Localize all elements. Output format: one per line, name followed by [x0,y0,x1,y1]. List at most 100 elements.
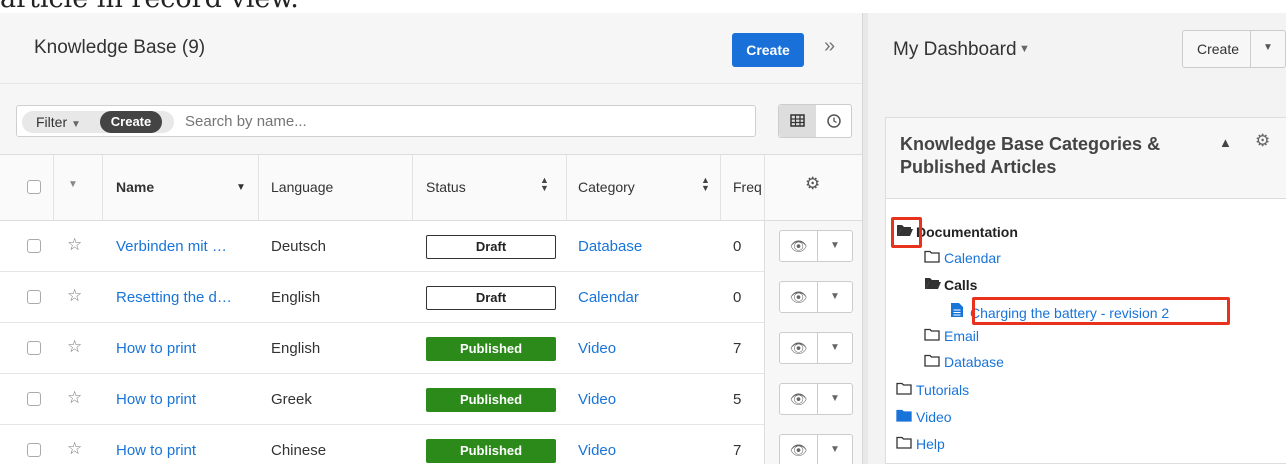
article-name-link[interactable]: How to print [116,442,196,459]
favorite-star-icon[interactable]: ☆ [67,337,82,357]
mass-action-caret-icon[interactable]: ▼ [68,179,78,190]
button-separator [1250,31,1251,67]
create-button[interactable]: Create [732,33,804,67]
row-action-group: 👁 ▼ [779,230,853,262]
frequency-cell: 0 [733,289,742,306]
column-divider [102,155,103,221]
row-checkbox[interactable] [27,392,41,406]
search-input[interactable] [185,113,685,130]
kb-categories-dashlet: Knowledge Base Categories & Published Ar… [885,117,1286,464]
list-view-button[interactable] [779,105,816,137]
status-badge: Published [426,388,556,412]
collapse-chevron-icon[interactable]: ▲ [1219,135,1232,150]
row-checkbox[interactable] [27,341,41,355]
grid-icon [790,114,805,127]
frequency-cell: 0 [733,238,742,255]
tree-node-calls[interactable]: Calls [924,276,977,293]
article-name-link[interactable]: Verbinden mit … [116,238,227,255]
table-row: ☆ How to print Chinese Published Video 7… [0,425,862,464]
row-action-group: 👁 ▼ [779,332,853,364]
dashboard-create-caret-icon[interactable]: ▼ [1263,42,1273,53]
row-checkbox[interactable] [27,290,41,304]
favorite-star-icon[interactable]: ☆ [67,439,82,459]
preview-eye-icon[interactable]: 👁 [780,384,817,414]
highlight-box [972,297,1230,325]
category-link[interactable]: Video [578,442,616,459]
favorite-star-icon[interactable]: ☆ [67,286,82,306]
folder-icon [896,382,916,398]
folder-icon [924,250,944,266]
table-row: ☆ Resetting the d… English Draft Calenda… [0,272,862,323]
preview-eye-icon[interactable]: 👁 [780,231,817,261]
filter-bar: Filter ▼ Create [0,84,862,155]
dashboard-title[interactable]: My Dashboard [893,39,1017,61]
dashlet-header: Knowledge Base Categories & Published Ar… [886,118,1286,199]
column-divider [412,155,413,221]
tree-node-calendar[interactable]: Calendar [924,250,1001,266]
filter-dropdown[interactable]: Filter ▼ [36,114,81,130]
category-link[interactable]: Calendar [578,289,639,306]
row-action-caret-icon[interactable]: ▼ [817,435,852,464]
tree-node-video[interactable]: Video [896,409,952,425]
row-action-caret-icon[interactable]: ▼ [817,333,852,363]
row-action-caret-icon[interactable]: ▼ [817,384,852,414]
dashlet-title: Knowledge Base Categories & Published Ar… [900,134,1161,177]
preview-eye-icon[interactable]: 👁 [780,435,817,464]
tree-node-help[interactable]: Help [896,436,945,452]
row-checkbox[interactable] [27,239,41,253]
view-toggle [778,104,852,138]
list-title: Knowledge Base (9) [34,37,206,58]
article-name-link[interactable]: How to print [116,340,196,357]
table-row: ☆ Verbinden mit … Deutsch Draft Database… [0,221,862,272]
column-header-frequency[interactable]: Freq [733,179,762,195]
column-header-category[interactable]: Category [578,179,635,195]
folder-filled-icon [896,409,916,425]
column-settings-gear-icon[interactable]: ⚙ [805,174,820,194]
column-header-name[interactable]: Name [116,179,154,195]
folder-icon [896,436,916,452]
clock-icon [827,114,841,128]
caption-band: article in record view. [0,0,1286,13]
column-divider [720,155,721,221]
dashboard-create-label[interactable]: Create [1197,41,1239,57]
tree-node-email[interactable]: Email [924,328,979,344]
article-name-link[interactable]: Resetting the d… [116,289,232,306]
favorite-star-icon[interactable]: ☆ [67,388,82,408]
preview-eye-icon[interactable]: 👁 [780,333,817,363]
category-link[interactable]: Video [578,340,616,357]
sort-desc-icon[interactable]: ▼ [236,182,246,193]
filter-create-button[interactable]: Create [100,111,162,133]
row-action-group: 👁 ▼ [779,383,853,415]
row-action-caret-icon[interactable]: ▼ [817,282,852,312]
status-badge: Draft [426,235,556,259]
table-header: ▼ Name ▼ Language Status ▲ ▼ Category ▲ ▼ … [0,155,862,221]
row-actions: 👁 ▼ [764,323,862,374]
status-badge: Published [426,337,556,361]
frequency-cell: 5 [733,391,742,408]
select-all-checkbox[interactable] [27,180,41,194]
article-name-link[interactable]: How to print [116,391,196,408]
activity-stream-button[interactable] [816,105,852,137]
dashlet-gear-icon[interactable]: ⚙ [1255,131,1270,151]
frequency-cell: 7 [733,442,742,459]
dashboard-caret-icon[interactable]: ▼ [1019,43,1030,55]
preview-eye-icon[interactable]: 👁 [780,282,817,312]
list-header: Knowledge Base (9) Create » [0,13,862,84]
tree-node-database[interactable]: Database [924,354,1004,370]
sort-icon[interactable]: ▲ ▼ [701,176,710,193]
column-divider [566,155,567,221]
column-header-status[interactable]: Status [426,179,466,195]
favorite-star-icon[interactable]: ☆ [67,235,82,255]
caption-text: article in record view. [0,0,860,13]
highlight-box [891,217,922,248]
language-cell: Greek [271,391,312,408]
collapse-icon[interactable]: » [824,35,835,58]
tree-node-tutorials[interactable]: Tutorials [896,382,969,398]
row-checkbox[interactable] [27,443,41,457]
column-header-language[interactable]: Language [271,179,333,195]
sort-icon[interactable]: ▲ ▼ [540,176,549,193]
category-link[interactable]: Database [578,238,642,255]
dashboard-pane: My Dashboard ▼ Create ▼ Knowledge Base C… [868,13,1286,464]
row-action-caret-icon[interactable]: ▼ [817,231,852,261]
category-link[interactable]: Video [578,391,616,408]
